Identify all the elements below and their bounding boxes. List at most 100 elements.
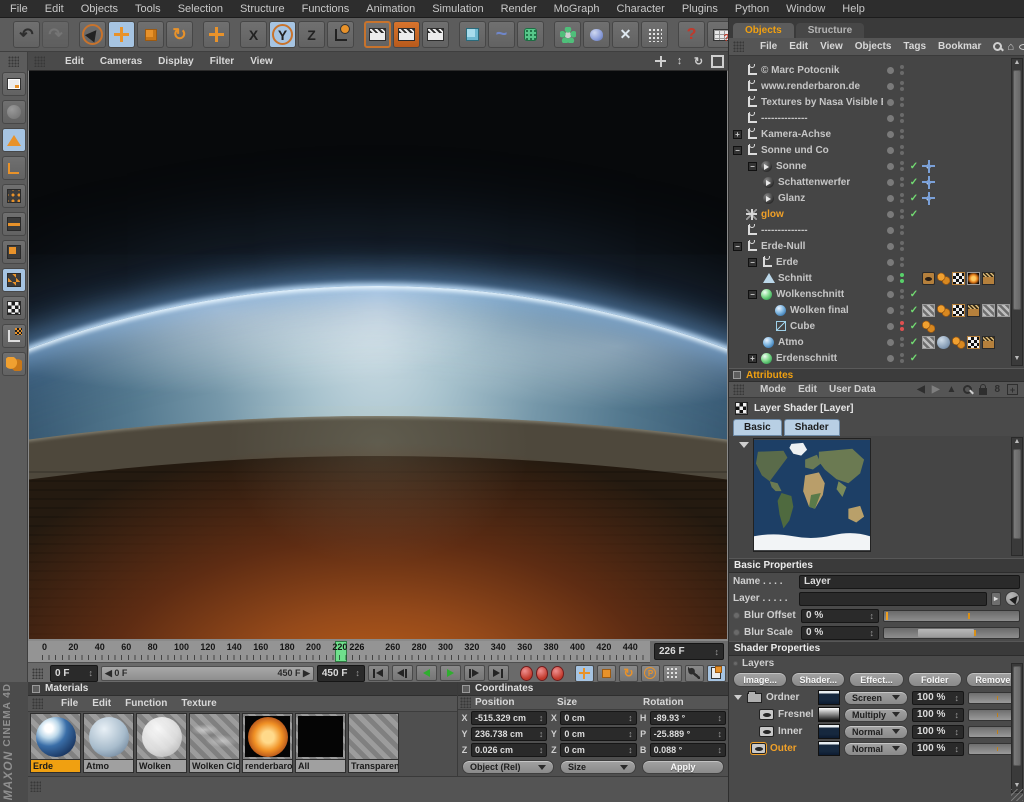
opacity-field[interactable]: 100 %↕: [912, 708, 964, 722]
layer-field[interactable]: [799, 592, 987, 606]
target-tag-icon[interactable]: [922, 160, 935, 173]
attr-menu-mode[interactable]: Mode: [760, 384, 786, 395]
material-wolken-clouds[interactable]: Wolken Clo: [189, 713, 240, 773]
polygons-mode-button[interactable]: [2, 240, 26, 264]
visibility-toggle[interactable]: [897, 241, 906, 251]
tab-shader[interactable]: Shader: [784, 419, 840, 436]
compositing-tag-icon[interactable]: [922, 272, 935, 285]
panel-grip[interactable]: [32, 698, 43, 709]
object-tree-scrollbar[interactable]: ▲ ▼: [1011, 58, 1023, 366]
layer-dot[interactable]: [887, 83, 894, 90]
live-selection-button[interactable]: [79, 21, 106, 48]
visibility-toggle[interactable]: [897, 273, 906, 283]
add-spline-button[interactable]: [488, 21, 515, 48]
viewport-menu-filter[interactable]: Filter: [210, 56, 234, 67]
shader-preview-image[interactable]: [753, 438, 871, 552]
table-row[interactable]: Glanz✓: [729, 190, 1024, 206]
table-row[interactable]: Cube✓: [729, 318, 1024, 334]
record-keyframe-button[interactable]: [520, 666, 533, 681]
scroll-up-icon[interactable]: ▲: [1012, 59, 1022, 69]
key-pla-toggle[interactable]: [663, 665, 682, 682]
viewport-menu-cameras[interactable]: Cameras: [100, 56, 142, 67]
visibility-toggle[interactable]: [897, 113, 906, 123]
phong-tag-icon[interactable]: [952, 336, 965, 349]
layer-dot[interactable]: [887, 291, 894, 298]
enable-toggle[interactable]: ✓: [906, 225, 922, 236]
uvw-tag-icon[interactable]: [952, 272, 965, 285]
table-row[interactable]: © Marc Potocnik✓: [729, 62, 1024, 78]
texture-axis-mode-button[interactable]: [2, 296, 26, 320]
viewport-menu-view[interactable]: View: [250, 56, 273, 67]
scrollbar-thumb[interactable]: [1013, 70, 1021, 310]
menu-animation[interactable]: Animation: [366, 3, 415, 15]
shader-layer-row[interactable]: Ordner Screen 100 %↕: [729, 689, 1024, 706]
layer-thumbnail[interactable]: [818, 707, 840, 722]
layer-dot[interactable]: [887, 323, 894, 330]
enable-toggle[interactable]: ✓: [906, 65, 922, 76]
table-row[interactable]: Sonne✓: [729, 158, 1024, 174]
next-key-button[interactable]: [464, 665, 485, 681]
menu-mograph[interactable]: MoGraph: [554, 3, 600, 15]
material-all[interactable]: All: [295, 713, 346, 773]
coordinate-mode-dropdown[interactable]: Object (Rel): [462, 760, 554, 774]
material-atmo[interactable]: Atmo: [83, 713, 134, 773]
menu-simulation[interactable]: Simulation: [432, 3, 483, 15]
key-position-toggle[interactable]: [575, 665, 594, 682]
panel-grip[interactable]: [733, 384, 744, 395]
enable-toggle[interactable]: ✓: [906, 241, 922, 252]
basic-properties-header[interactable]: Basic Properties: [729, 558, 1024, 573]
search-icon[interactable]: [993, 42, 1002, 51]
tab-structure[interactable]: Structure: [796, 23, 864, 38]
key-scale-toggle[interactable]: [597, 665, 616, 682]
stepper-icon[interactable]: ↕: [89, 668, 94, 678]
tab-objects[interactable]: Objects: [733, 23, 794, 38]
menu-help[interactable]: Help: [842, 3, 865, 15]
uvw-tag-icon[interactable]: [952, 304, 965, 317]
viewport-menu-edit[interactable]: Edit: [65, 56, 84, 67]
menu-character[interactable]: Character: [617, 3, 665, 15]
pan-view-icon[interactable]: [654, 55, 667, 68]
layer-dot[interactable]: [887, 227, 894, 234]
table-row[interactable]: Kamera-Achse✓: [729, 126, 1024, 142]
play-forward-button[interactable]: [440, 665, 461, 681]
timeline-grip[interactable]: [32, 668, 43, 679]
shader-layer-row[interactable]: Inner Normal 100 %↕: [729, 723, 1024, 740]
layer-dot[interactable]: [887, 339, 894, 346]
scroll-down-icon[interactable]: ▼: [1012, 355, 1022, 365]
table-row[interactable]: --------------✓: [729, 222, 1024, 238]
visibility-toggle[interactable]: [897, 209, 906, 219]
om-menu-file[interactable]: File: [760, 41, 777, 52]
position-x-field[interactable]: -515.329 cm↕: [471, 711, 547, 725]
visibility-toggle[interactable]: [897, 65, 906, 75]
panel-grip[interactable]: [34, 56, 45, 67]
keyframe-presets-button[interactable]: [707, 665, 726, 682]
resize-grip[interactable]: [1011, 789, 1023, 801]
enable-toggle[interactable]: ✓: [906, 193, 922, 204]
window-icon[interactable]: [32, 685, 40, 693]
attr-menu-userdata[interactable]: User Data: [829, 384, 876, 395]
metaball-button[interactable]: [583, 21, 610, 48]
keying-options-button[interactable]: [685, 665, 704, 682]
last-tool-button[interactable]: [203, 21, 230, 48]
enable-toggle[interactable]: ✓: [906, 337, 922, 348]
home-icon[interactable]: [1007, 41, 1014, 53]
stepper-icon[interactable]: ↕: [355, 668, 360, 678]
table-row[interactable]: Schattenwerfer✓: [729, 174, 1024, 190]
material-renderbaron[interactable]: renderbaro: [242, 713, 293, 773]
om-menu-tags[interactable]: Tags: [903, 41, 926, 52]
enable-toggle[interactable]: ✓: [906, 97, 922, 108]
texture-tag-icon[interactable]: [982, 304, 995, 317]
current-frame-field[interactable]: 226 F↕: [654, 643, 724, 660]
om-menu-edit[interactable]: Edit: [789, 41, 808, 52]
folder-button[interactable]: Folder: [908, 672, 962, 687]
blend-mode-dropdown[interactable]: Normal: [844, 725, 908, 739]
table-row[interactable]: www.renderbaron.de✓: [729, 78, 1024, 94]
table-row[interactable]: Erde✓: [729, 254, 1024, 270]
rotation-b-field[interactable]: 0.088 °↕: [650, 743, 726, 757]
layer-dot[interactable]: [887, 115, 894, 122]
toolbar-grip[interactable]: [8, 56, 19, 67]
blur-offset-slider[interactable]: [883, 610, 1020, 622]
range-slider[interactable]: ◀ 0 F 450 F ▶: [101, 666, 314, 681]
om-menu-objects[interactable]: Objects: [855, 41, 892, 52]
enable-toggle[interactable]: ✓: [906, 289, 922, 300]
